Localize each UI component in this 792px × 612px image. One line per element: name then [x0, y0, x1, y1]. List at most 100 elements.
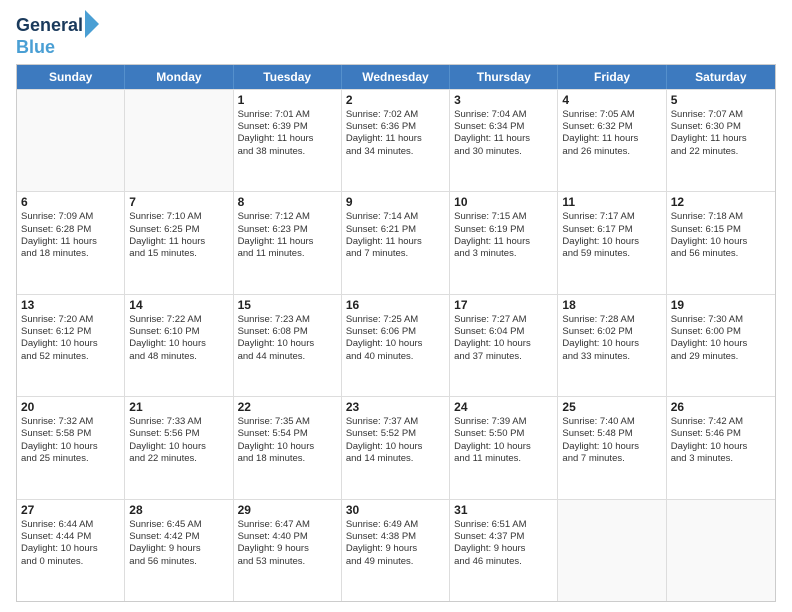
cell-line: Daylight: 10 hours	[562, 441, 661, 453]
logo-icon	[85, 10, 99, 38]
calendar-cell: 7 Sunrise: 7:10 AMSunset: 6:25 PMDaylight…	[125, 192, 233, 293]
cell-line: Daylight: 11 hours	[21, 236, 120, 248]
cell-line: Daylight: 10 hours	[238, 338, 337, 350]
cell-line: Sunset: 5:50 PM	[454, 428, 553, 440]
cell-line: Sunset: 6:34 PM	[454, 121, 553, 133]
cell-line: and 53 minutes.	[238, 556, 337, 568]
cell-line: and 40 minutes.	[346, 351, 445, 363]
cell-line: Sunrise: 7:04 AM	[454, 109, 553, 121]
cell-line: Daylight: 10 hours	[346, 441, 445, 453]
cell-line: and 59 minutes.	[562, 248, 661, 260]
cell-line: Sunrise: 6:49 AM	[346, 519, 445, 531]
weekday-header: Sunday	[17, 65, 125, 89]
cell-line: and 0 minutes.	[21, 556, 120, 568]
day-number: 25	[562, 400, 661, 414]
cell-line: Sunset: 4:44 PM	[21, 531, 120, 543]
day-number: 17	[454, 298, 553, 312]
cell-line: Daylight: 10 hours	[454, 338, 553, 350]
cell-line: Daylight: 9 hours	[129, 543, 228, 555]
calendar-row: 13Sunrise: 7:20 AMSunset: 6:12 PMDayligh…	[17, 294, 775, 396]
calendar-cell: 10Sunrise: 7:15 AMSunset: 6:19 PMDayligh…	[450, 192, 558, 293]
calendar-cell: 6Sunrise: 7:09 AMSunset: 6:28 PMDaylight…	[17, 192, 125, 293]
cell-line: and 11 minutes.	[238, 248, 337, 260]
cell-line: Sunrise: 7:22 AM	[129, 314, 228, 326]
day-number: 15	[238, 298, 337, 312]
cell-line: and 3 minutes.	[454, 248, 553, 260]
calendar-cell: 26Sunrise: 7:42 AMSunset: 5:46 PMDayligh…	[667, 397, 775, 498]
day-number: 27	[21, 503, 120, 517]
calendar-cell: 29Sunrise: 6:47 AMSunset: 4:40 PMDayligh…	[234, 500, 342, 601]
cell-line: and 37 minutes.	[454, 351, 553, 363]
cell-line: and 49 minutes.	[346, 556, 445, 568]
cell-line: Sunrise: 7:10 AM	[129, 211, 228, 223]
cell-line: Daylight: 10 hours	[671, 338, 771, 350]
day-number: 3	[454, 93, 553, 107]
cell-line: Sunrise: 7:28 AM	[562, 314, 661, 326]
cell-line: Sunrise: 7:30 AM	[671, 314, 771, 326]
cell-line: and 29 minutes.	[671, 351, 771, 363]
cell-line: and 22 minutes.	[129, 453, 228, 465]
cell-line: Sunrise: 6:51 AM	[454, 519, 553, 531]
logo-text: General	[16, 16, 83, 36]
header: General Blue	[16, 10, 776, 58]
page: General Blue SundayMondayTuesdayWednesda…	[0, 0, 792, 612]
cell-line: Sunrise: 7:18 AM	[671, 211, 771, 223]
cell-line: Sunset: 6:30 PM	[671, 121, 771, 133]
cell-line: Daylight: 10 hours	[21, 543, 120, 555]
calendar-cell: 2Sunrise: 7:02 AMSunset: 6:36 PMDaylight…	[342, 90, 450, 191]
cell-line: Daylight: 9 hours	[454, 543, 553, 555]
day-number: 22	[238, 400, 337, 414]
cell-line: and 3 minutes.	[671, 453, 771, 465]
cell-line: Sunset: 6:02 PM	[562, 326, 661, 338]
cell-line: and 11 minutes.	[454, 453, 553, 465]
cell-line: Daylight: 10 hours	[129, 338, 228, 350]
day-number: 7	[129, 195, 228, 209]
cell-line: and 38 minutes.	[238, 146, 337, 158]
cell-line: and 44 minutes.	[238, 351, 337, 363]
cell-line: Sunrise: 7:35 AM	[238, 416, 337, 428]
day-number: 28	[129, 503, 228, 517]
cell-line: and 26 minutes.	[562, 146, 661, 158]
day-number: 24	[454, 400, 553, 414]
day-number: 8	[238, 195, 337, 209]
calendar-cell: 12Sunrise: 7:18 AMSunset: 6:15 PMDayligh…	[667, 192, 775, 293]
day-number: 11	[562, 195, 661, 209]
logo: General Blue	[16, 14, 99, 58]
cell-line: Sunset: 6:12 PM	[21, 326, 120, 338]
cell-line: and 22 minutes.	[671, 146, 771, 158]
weekday-header: Friday	[558, 65, 666, 89]
calendar-row: 1Sunrise: 7:01 AMSunset: 6:39 PMDaylight…	[17, 89, 775, 191]
day-number: 1	[238, 93, 337, 107]
cell-line: Daylight: 11 hours	[346, 133, 445, 145]
calendar-cell	[667, 500, 775, 601]
calendar-cell: 11Sunrise: 7:17 AMSunset: 6:17 PMDayligh…	[558, 192, 666, 293]
cell-line: Sunset: 6:25 PM	[129, 224, 228, 236]
calendar-cell: 23Sunrise: 7:37 AMSunset: 5:52 PMDayligh…	[342, 397, 450, 498]
calendar-cell: 14Sunrise: 7:22 AMSunset: 6:10 PMDayligh…	[125, 295, 233, 396]
cell-line: and 25 minutes.	[21, 453, 120, 465]
weekday-header: Thursday	[450, 65, 558, 89]
calendar-body: 1Sunrise: 7:01 AMSunset: 6:39 PMDaylight…	[17, 89, 775, 601]
cell-line: Sunset: 4:37 PM	[454, 531, 553, 543]
day-number: 9	[346, 195, 445, 209]
cell-line: Daylight: 10 hours	[238, 441, 337, 453]
day-number: 2	[346, 93, 445, 107]
cell-line: Daylight: 11 hours	[454, 236, 553, 248]
cell-line: Sunset: 6:15 PM	[671, 224, 771, 236]
cell-line: Sunset: 5:48 PM	[562, 428, 661, 440]
cell-line: Sunset: 6:04 PM	[454, 326, 553, 338]
cell-line: and 15 minutes.	[129, 248, 228, 260]
cell-line: Sunrise: 7:12 AM	[238, 211, 337, 223]
cell-line: Sunrise: 7:39 AM	[454, 416, 553, 428]
calendar-cell: 17Sunrise: 7:27 AMSunset: 6:04 PMDayligh…	[450, 295, 558, 396]
day-number: 29	[238, 503, 337, 517]
day-number: 20	[21, 400, 120, 414]
cell-line: Sunrise: 7:20 AM	[21, 314, 120, 326]
cell-line: Daylight: 10 hours	[671, 441, 771, 453]
calendar-cell: 25Sunrise: 7:40 AMSunset: 5:48 PMDayligh…	[558, 397, 666, 498]
weekday-header: Monday	[125, 65, 233, 89]
calendar-cell: 21Sunrise: 7:33 AMSunset: 5:56 PMDayligh…	[125, 397, 233, 498]
cell-line: Daylight: 10 hours	[562, 236, 661, 248]
cell-line: Daylight: 11 hours	[129, 236, 228, 248]
weekday-header: Tuesday	[234, 65, 342, 89]
